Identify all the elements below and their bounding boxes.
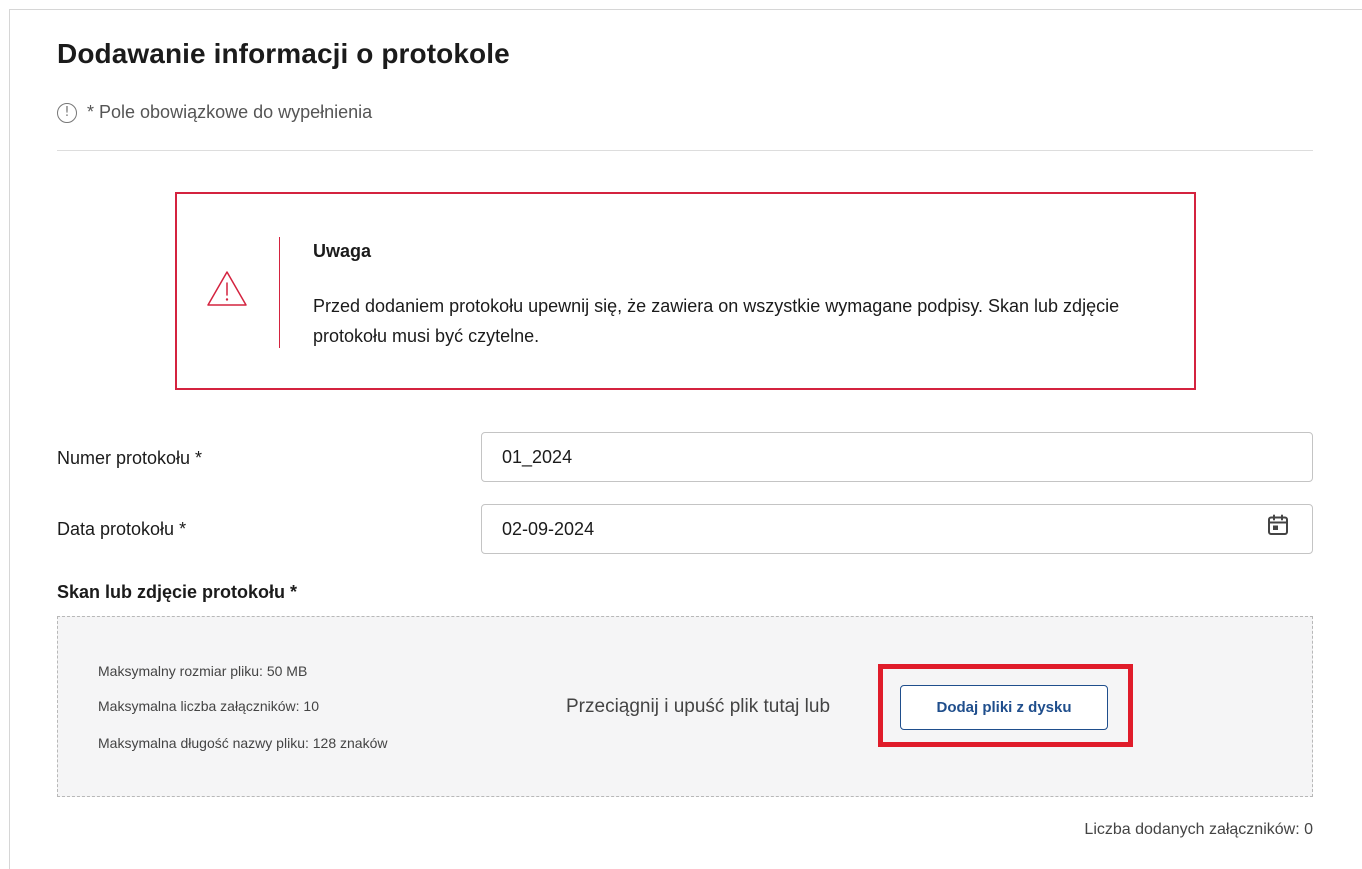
attachments-count: Liczba dodanych załączników: 0 — [1084, 821, 1313, 838]
warning-alert: Uwaga Przed dodaniem protokołu upewnij s… — [175, 192, 1196, 390]
add-files-button[interactable]: Dodaj pliki z dysku — [900, 685, 1108, 730]
warning-triangle-icon — [207, 271, 247, 306]
max-file-size-note: Maksymalny rozmiar pliku: 50 MB — [98, 663, 308, 679]
max-attachments-note: Maksymalna liczba załączników: 10 — [98, 698, 319, 714]
max-filename-length-note: Maksymalna długość nazwy pliku: 128 znak… — [98, 735, 388, 751]
drop-instruction: Przeciągnij i upuść plik tutaj lub — [566, 696, 831, 717]
alert-divider — [279, 237, 280, 348]
required-fields-note: ! * Pole obowiązkowe do wypełnienia — [57, 102, 372, 123]
required-note-text: * Pole obowiązkowe do wypełnienia — [87, 102, 373, 122]
file-dropzone[interactable]: Maksymalny rozmiar pliku: 50 MB Maksymal… — [57, 616, 1313, 797]
calendar-icon[interactable] — [1266, 513, 1290, 537]
protocol-number-input[interactable] — [481, 432, 1313, 482]
alert-message: Przed dodaniem protokołu upewnij się, że… — [313, 296, 1120, 346]
protocol-date-label: Data protokołu * — [57, 519, 187, 539]
header-divider — [57, 150, 1313, 151]
protocol-date-input[interactable] — [481, 504, 1313, 554]
alert-heading: Uwaga — [313, 241, 372, 261]
page-title: Dodawanie informacji o protokole — [57, 38, 510, 69]
info-icon: ! — [57, 102, 77, 123]
upload-section-title: Skan lub zdjęcie protokołu * — [57, 582, 298, 602]
protocol-number-label: Numer protokołu * — [57, 448, 203, 468]
